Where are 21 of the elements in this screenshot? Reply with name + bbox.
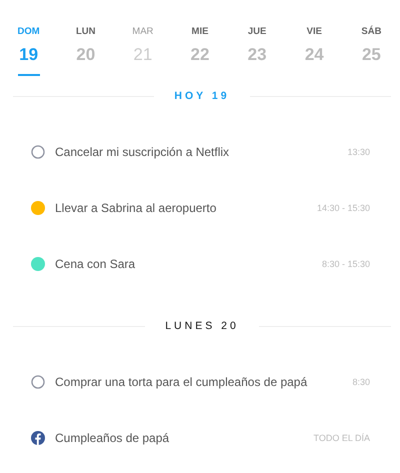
day-tab[interactable]: DOM 19	[0, 26, 58, 76]
event-title[interactable]: Comprar una torta para el cumpleaños de papá	[55, 375, 352, 389]
event-title[interactable]: Cumpleaños de papá	[55, 431, 314, 445]
day-tab[interactable]: MIE 22	[171, 26, 229, 76]
event-time: TODO EL DÍA	[313, 433, 370, 443]
day-tab[interactable]: JUE 23	[228, 26, 286, 76]
event-title[interactable]: Cancelar mi suscripción a Netflix	[55, 145, 348, 159]
section-title: LUNES 20	[165, 320, 239, 332]
circle-icon	[31, 145, 45, 159]
event-title[interactable]: Llevar a Sabrina al aeropuerto	[55, 201, 317, 215]
event-time: 13:30	[347, 147, 370, 157]
section-title: HOY 19	[174, 90, 230, 102]
facebook-icon	[31, 431, 45, 445]
day-tab[interactable]: LUN 20	[57, 26, 114, 76]
day-tab[interactable]: VIE 24	[286, 26, 343, 76]
event-title[interactable]: Cena con Sara	[55, 257, 322, 271]
circle-icon	[31, 375, 45, 389]
event-time: 8:30	[352, 377, 370, 387]
event-time: 14:30 - 15:30	[316, 203, 370, 213]
day-tab[interactable]: SÁB 25	[342, 26, 400, 76]
event-time: 8:30 - 15:30	[322, 259, 370, 269]
